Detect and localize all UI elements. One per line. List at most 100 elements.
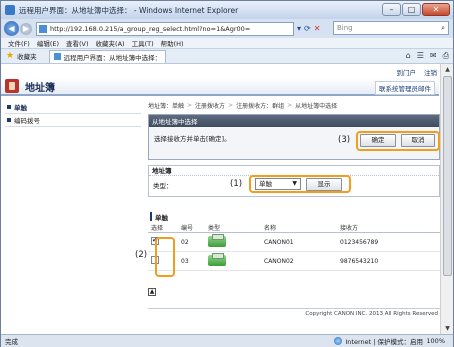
globe-icon [334,337,343,345]
search-icon[interactable]: ⌕ [441,24,445,33]
panel-title: 从地址簿中选择 [149,115,439,127]
search-input[interactable]: Bing ⌕ [333,21,449,35]
stop-icon[interactable]: ✕ [314,24,321,33]
copyright: Copyright CANON INC. 2013 All Rights Res… [148,308,440,318]
browser-window: 远程用户界面：从地址簿中选择： - Windows Internet Explo… [0,0,454,347]
bullet-icon [7,105,11,109]
page-title: 地址簿 [25,82,55,94]
list-section: 单触 选择 编号 类型 名称 接收方 0 [148,212,440,271]
page-content: 到门户 注销 地址簿 联系统管理员邮件 单触 编码拨号 地址簿：单触 > 注册拨收… [1,64,453,334]
type-label: 类型： [153,182,173,190]
page-icon [39,24,47,33]
refresh-icon[interactable]: ⟳ [304,24,311,33]
menu-favorites[interactable]: 收藏夹(A) [96,38,125,48]
callout-1: (1) [230,179,243,189]
row-name: CANON02 [261,251,337,271]
close-button[interactable]: ✕ [422,3,450,16]
window-title: 远程用户界面：从地址簿中选择： - Windows Internet Explo… [19,5,239,15]
crumb-item[interactable]: 地址簿：单触 [148,101,184,110]
minimize-button[interactable]: – [382,3,401,16]
tab-label: 远程用户界面：从地址簿中选择： [63,53,162,62]
chevron-down-icon: ▼ [292,180,297,187]
scrollbar[interactable]: ▲ ▼ [440,64,453,334]
mail-icon[interactable]: ✉ [430,51,437,61]
scroll-down-icon[interactable]: ▼ [441,323,453,334]
crumb-item[interactable]: 注册拨收方：群组 [236,101,284,110]
highlight-frame [155,237,175,277]
destination-table: 选择 编号 类型 名称 接收方 02 CANON01 [148,223,440,271]
col-destination: 接收方 [337,223,440,233]
table-row: 02 CANON01 0123456789 [148,232,440,252]
sidebar-item-coded-dial[interactable]: 编码拨号 [5,114,141,127]
table-row: 03 CANON02 9876543210 [148,251,440,271]
favorites-label: 收藏夹 [17,53,37,61]
list-title: 单触 [150,212,440,222]
menu-edit[interactable]: 编辑(E) [37,38,59,48]
main-area: 地址簿：单触 > 注册拨收方 > 注册拨收方：群组 > 从地址簿中选择 从地址簿中选择… [148,99,440,334]
callout-3: (3) [338,135,351,145]
star-icon: ★ [6,51,15,61]
col-name: 名称 [261,223,337,233]
sidebar-item-label: 单触 [14,104,27,112]
display-button[interactable]: 显示 [306,178,342,191]
back-icon[interactable]: ◀ [4,21,19,36]
security-zone: Internet | 保护模式：启用 [345,338,423,346]
col-number: 编号 [178,223,205,233]
bullet-icon [7,118,11,122]
address-book-icon [5,79,19,93]
page-top-icon[interactable]: ▲ [148,288,156,296]
fax-icon [208,252,226,266]
breadcrumb: 地址簿：单触 > 注册拨收方 > 注册拨收方：群组 > 从地址簿中选择 [148,101,338,110]
callout-2: (2) [135,250,148,260]
ie-icon [5,5,15,15]
title-bar: 远程用户界面：从地址簿中选择： - Windows Internet Explo… [1,1,453,19]
page-header: 地址簿 联系统管理员邮件 [1,78,439,96]
favorites-button[interactable]: ★ 收藏夹 [6,51,37,61]
address-row: ◀ ▶ http://192.168.0.215/a_group_reg_sel… [1,19,453,38]
col-type: 类型 [205,223,261,233]
sidebar: 单触 编码拨号 [5,101,141,127]
select-panel: 从地址簿中选择 选择接收方并单击[确定]。 确定 取消 (3) [148,114,440,160]
status-bar: 完成 Internet | 保护模式：启用 100% [1,334,453,347]
dropdown-icon[interactable]: ▾ [297,24,301,33]
crumb-item: 从地址簿中选择 [295,102,338,110]
menu-view[interactable]: 查看(V) [66,38,89,48]
address-bar[interactable]: http://192.168.0.215/a_group_reg_select.… [36,21,294,36]
address-book-section: 地址簿 类型： (1) 单触 ▼ 显示 [148,165,440,197]
print-icon[interactable]: ⎙ [443,51,449,61]
sidebar-item-label: 编码拨号 [14,117,40,125]
home-icon[interactable]: ⌂ [406,51,411,61]
portal-link[interactable]: 到门户 [397,67,417,77]
feeds-icon[interactable]: ☰ [417,51,424,61]
crumb-item[interactable]: 注册拨收方 [195,101,225,110]
search-placeholder: Bing [337,24,353,32]
forward-icon[interactable]: ▶ [20,22,32,35]
logout-link[interactable]: 注销 [424,67,437,77]
type-select[interactable]: 单触 ▼ [255,178,301,190]
menu-help[interactable]: 帮助(H) [161,38,184,48]
row-number: 03 [178,251,205,271]
browser-tab[interactable]: 远程用户界面：从地址簿中选择： [48,49,167,63]
sidebar-item-one-touch[interactable]: 单触 [5,101,141,114]
zoom-level[interactable]: 100% [426,337,445,345]
ok-button[interactable]: 确定 [360,134,396,147]
scroll-thumb[interactable] [443,76,452,276]
cancel-button[interactable]: 取消 [401,134,435,147]
favorites-bar: ★ 收藏夹 远程用户界面：从地址簿中选择： ⌂ ☰ ✉ ⎙ [1,49,453,64]
fax-icon [208,233,226,247]
admin-mail-link[interactable]: 联系统管理员邮件 [375,81,435,95]
instruction-text: 选择接收方并单击[确定]。 [154,135,231,143]
row-number: 02 [178,232,205,252]
select-value: 单触 [259,180,272,188]
row-destination: 0123456789 [337,232,440,252]
col-select: 选择 [148,223,178,233]
url-text: http://192.168.0.215/a_group_reg_select.… [50,24,251,33]
maximize-button[interactable]: □ [402,3,421,16]
tab-page-icon [53,53,61,60]
menu-tools[interactable]: 工具(T) [132,38,154,48]
status-text: 完成 [5,338,18,346]
row-destination: 9876543210 [337,251,440,271]
row-name: CANON01 [261,232,337,252]
scroll-up-icon[interactable]: ▲ [441,64,453,75]
menu-file[interactable]: 文件(F) [8,38,30,48]
